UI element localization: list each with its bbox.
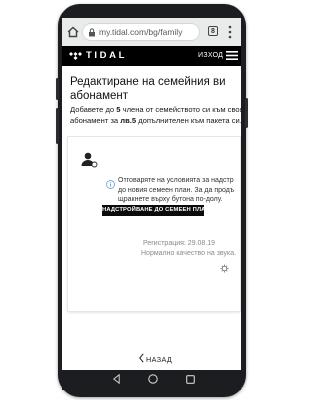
- nav-back-icon[interactable]: [113, 374, 120, 384]
- upgrade-family-plan-button[interactable]: НАДСТРОЙВАНЕ ДО СЕМЕЕН ПЛАН: [102, 205, 210, 216]
- subtitle-text: Добавете до: [70, 105, 117, 114]
- more-options-icon[interactable]: [228, 25, 232, 39]
- chevron-left-icon[interactable]: [139, 353, 144, 363]
- phone-side-button: [56, 108, 59, 144]
- tabs-count-icon[interactable]: 8: [208, 26, 218, 36]
- lock-icon: [89, 28, 95, 37]
- nav-home-icon[interactable]: [148, 374, 158, 384]
- user-icon: [81, 152, 98, 168]
- page-title: Редактиране на семейния ви абонамент: [70, 76, 226, 102]
- subtitle-text: члена от семейството си към своя: [120, 105, 244, 114]
- hamburger-menu-icon[interactable]: [226, 51, 238, 60]
- description-line: до новия семеен план. За да продъ: [118, 186, 235, 194]
- upgrade-description: Отговаряте на условията за надстр до нов…: [118, 176, 248, 205]
- sound-quality: Нормално качество на звука.: [141, 250, 237, 257]
- subtitle-text: абонамент за: [70, 116, 121, 125]
- price-value: лв.5: [120, 116, 137, 125]
- nav-recent-apps-icon[interactable]: [186, 375, 195, 384]
- description-line: щракнете върху бутона по-долу.: [118, 196, 223, 203]
- tidal-logo-icon[interactable]: [69, 51, 82, 61]
- subtitle-text: допълнителен към пакета си.: [136, 116, 242, 125]
- tidal-brand-text: TIDAL: [86, 50, 127, 61]
- description-line: Отговаряте на условията за надстр: [118, 177, 234, 184]
- page-subtitle: Добавете до 5 члена от семейството си къ…: [70, 104, 244, 126]
- gear-icon[interactable]: [220, 264, 229, 273]
- home-icon[interactable]: [67, 26, 79, 38]
- registration-date: Регистрация: 29.08.19: [143, 240, 216, 247]
- info-icon: [106, 180, 115, 189]
- phone-side-button: [245, 98, 248, 128]
- url-text[interactable]: my.tidal.com/bg/family: [99, 27, 199, 37]
- logout-link[interactable]: ИЗХОД: [198, 52, 223, 59]
- phone-side-button: [56, 78, 59, 100]
- back-link[interactable]: НАЗАД: [146, 355, 172, 364]
